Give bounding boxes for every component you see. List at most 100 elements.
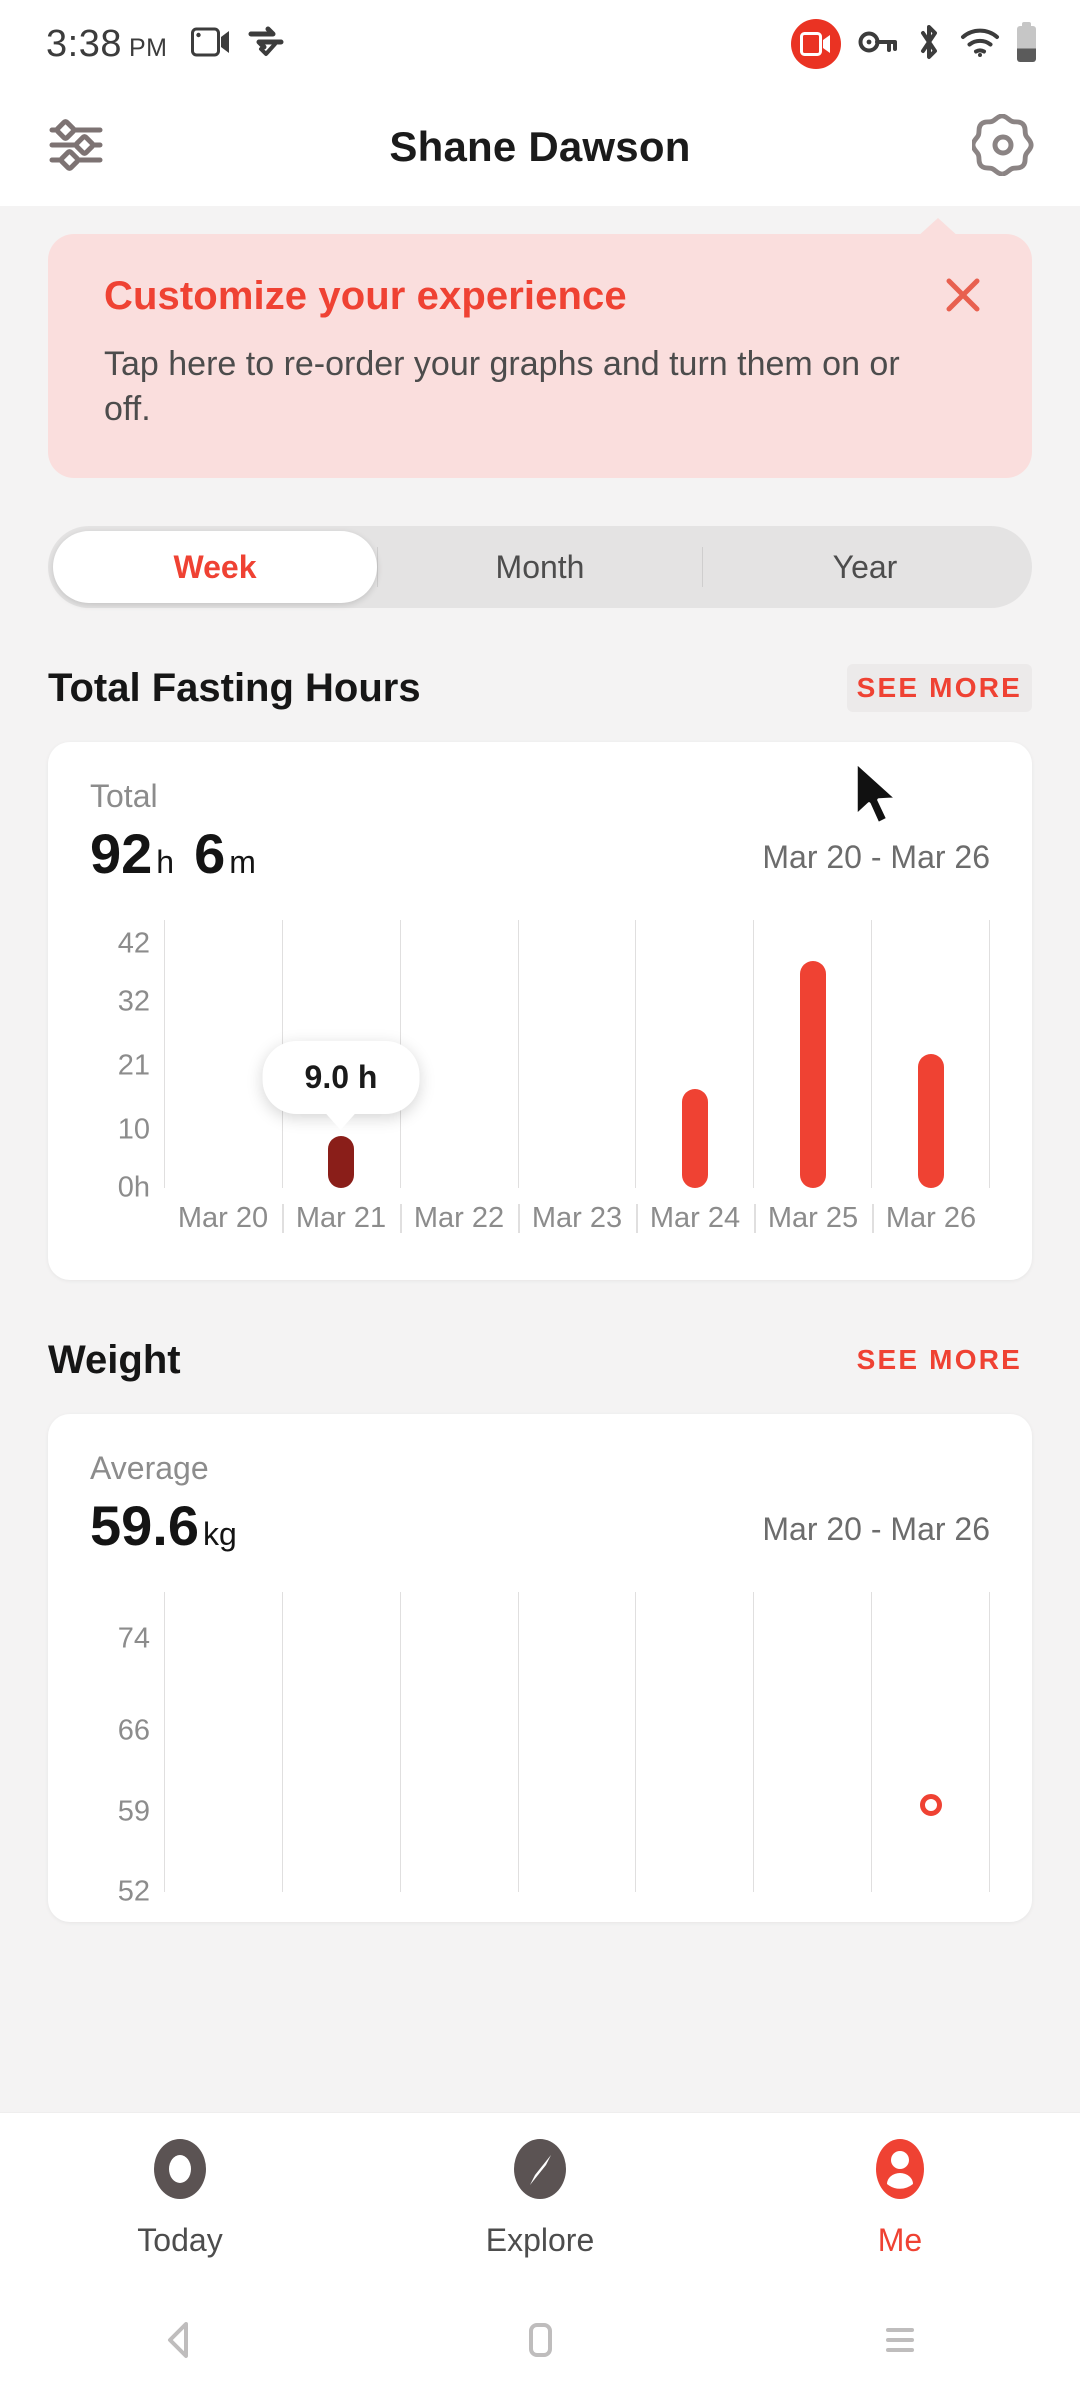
fasting-bar-column[interactable] [164, 920, 282, 1189]
weight-column[interactable] [164, 1592, 282, 1893]
fasting-x-tick: Mar 20 [177, 1202, 269, 1235]
fasting-bar-column[interactable] [635, 920, 753, 1189]
fasting-bar[interactable] [917, 1054, 944, 1189]
weight-y-tick: 52 [117, 1875, 150, 1908]
weight-plot: 74 66 59 52 [90, 1592, 991, 1908]
fasting-section-title: Total Fasting Hours [48, 665, 421, 710]
bluetooth-icon [915, 23, 943, 66]
status-bar-left-icons [191, 25, 285, 64]
clock-time: 3:38 [46, 22, 122, 65]
tab-week[interactable]: Week [53, 531, 377, 604]
fasting-y-tick: 32 [117, 985, 150, 1018]
fasting-x-tick: Mar 25 [754, 1198, 872, 1239]
nav-label-explore: Explore [485, 2221, 595, 2258]
weight-scatter-chart[interactable]: 74 66 59 52 [90, 1592, 991, 1908]
weight-column[interactable] [753, 1592, 871, 1893]
fasting-stat-label: Total [90, 778, 158, 815]
status-bar-clock: 3:38 PM [46, 23, 167, 66]
fasting-bar-column[interactable] [399, 920, 518, 1189]
fasting-section-header: Total Fasting Hours SEE MORE [48, 660, 1032, 716]
nav-item-me[interactable]: Me [720, 2135, 1080, 2259]
bottom-navigation: Today Explore Me [0, 2112, 1080, 2280]
battery-icon [1017, 22, 1036, 62]
fasting-minutes-number: 6 [194, 822, 226, 886]
weight-section-header: Weight SEE MORE [48, 1332, 1032, 1388]
fasting-bar-tooltip: 9.0 h [262, 1041, 420, 1115]
fasting-bar-chart[interactable]: 42 32 21 10 0h 9.0 h Mar 20 Mar 21 Mar 22 Mar 2… [90, 920, 991, 1250]
weight-date-range: Mar 20 - Mar 26 [762, 1511, 990, 1548]
fasting-bar-column[interactable] [871, 920, 991, 1189]
sliders-icon[interactable] [46, 117, 106, 178]
tab-year[interactable]: Year [703, 531, 1027, 603]
banner-pointer-notch [916, 218, 960, 238]
back-triangle-icon[interactable] [0, 2314, 360, 2366]
weight-y-tick: 66 [117, 1714, 150, 1747]
close-icon[interactable] [936, 268, 990, 322]
fasting-hours-number: 92 [90, 822, 153, 886]
fasting-x-tick: Mar 24 [636, 1198, 754, 1239]
wifi-icon [960, 26, 1000, 63]
android-navigation-bar [0, 2280, 1080, 2400]
weight-y-axis: 74 66 59 52 [90, 1592, 164, 1908]
fasting-see-more-button[interactable]: SEE MORE [846, 664, 1032, 713]
weight-see-more-button[interactable]: SEE MORE [847, 1336, 1032, 1384]
screen-record-icon [191, 26, 231, 63]
app-bar: Shane Dawson [0, 88, 1080, 206]
gear-icon[interactable] [970, 112, 1034, 181]
weight-section-title: Weight [48, 1337, 181, 1382]
banner-body-text: Tap here to re-order your graphs and tur… [104, 345, 900, 429]
nav-item-today[interactable]: Today [0, 2135, 360, 2259]
fasting-bar-column[interactable] [517, 920, 636, 1189]
fasting-y-axis: 42 32 21 10 0h [90, 920, 164, 1204]
fasting-x-axis: Mar 20 Mar 21 Mar 22 Mar 23 Mar 24 Mar 25 Mar … [164, 1198, 990, 1239]
key-icon [858, 29, 898, 60]
weight-card-top: Average 59.6 kg Mar 20 - Mar 26 [90, 1450, 990, 1558]
fasting-x-tick: Mar 22 [400, 1198, 518, 1239]
person-icon [866, 2135, 934, 2208]
fasting-y-tick: 21 [117, 1049, 150, 1082]
weight-column-grid [164, 1592, 991, 1893]
status-bar-right-icons [791, 19, 1036, 69]
weight-unit: kg [203, 1516, 237, 1553]
nav-item-explore[interactable]: Explore [360, 2135, 720, 2259]
weight-stat: Average 59.6 kg [90, 1450, 253, 1558]
customize-banner[interactable]: Customize your experience Tap here to re… [48, 218, 1032, 479]
recents-lines-icon[interactable] [720, 2314, 1080, 2366]
fasting-stat-value: 92 h 6 m [90, 821, 272, 886]
scroll-content[interactable]: Customize your experience Tap here to re… [0, 206, 1080, 2112]
home-square-icon[interactable] [360, 2314, 720, 2366]
fasting-hours-unit: h [156, 844, 175, 881]
fasting-x-tick: Mar 26 [872, 1198, 990, 1239]
period-segmented-control[interactable]: Week Month Year [48, 526, 1032, 609]
fasting-x-tick: Mar 23 [518, 1198, 636, 1239]
fasting-card-top: Total 92 h 6 m Mar 20 - Mar 26 [90, 778, 990, 886]
weight-column[interactable] [517, 1592, 636, 1893]
fasting-minutes-unit: m [229, 844, 256, 881]
fasting-bar[interactable] [799, 961, 826, 1189]
weight-y-tick: 59 [117, 1795, 150, 1828]
status-bar: 3:38 PM [0, 0, 1080, 88]
weight-column[interactable] [871, 1592, 991, 1893]
tab-month[interactable]: Month [378, 531, 702, 603]
fasting-bar-column[interactable] [753, 920, 871, 1189]
recording-badge-icon [791, 19, 841, 69]
weight-data-point[interactable] [919, 1793, 942, 1816]
fasting-plot: 42 32 21 10 0h 9.0 h [90, 920, 991, 1204]
weight-column[interactable] [399, 1592, 518, 1893]
fasting-stat: Total 92 h 6 m [90, 778, 272, 886]
fasting-bar[interactable] [328, 1136, 355, 1189]
banner-title: Customize your experience [104, 274, 627, 318]
banner-header: Customize your experience [104, 274, 990, 322]
weight-number: 59.6 [90, 1494, 199, 1558]
nav-label-today: Today [137, 2221, 223, 2258]
weight-column[interactable] [635, 1592, 753, 1893]
weight-column[interactable] [281, 1592, 400, 1893]
fasting-bar[interactable] [681, 1089, 708, 1189]
compass-icon [506, 2135, 574, 2208]
weight-stat-value: 59.6 kg [90, 1493, 253, 1558]
fasting-x-tick: Mar 21 [282, 1198, 400, 1239]
today-ring-icon [146, 2135, 214, 2208]
fasting-y-tick: 0h [117, 1171, 150, 1204]
fasting-y-tick: 10 [117, 1113, 150, 1146]
clock-ampm: PM [128, 33, 168, 62]
